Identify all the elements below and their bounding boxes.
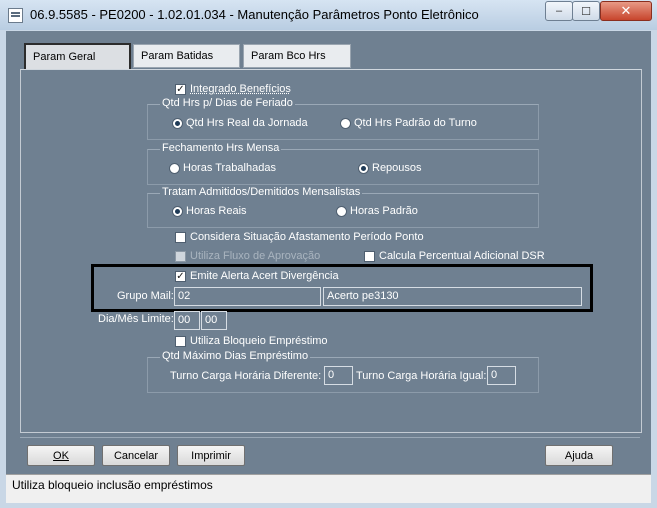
tab-param-geral[interactable]: Param Geral <box>24 43 131 69</box>
feriado-radio-real[interactable] <box>172 118 183 129</box>
tab-param-bco-hrs[interactable]: Param Bco Hrs <box>243 44 351 68</box>
app-icon <box>8 8 23 23</box>
close-icon: ✕ <box>620 3 632 18</box>
emite-checkbox[interactable]: ✓ <box>175 271 186 282</box>
grupo-mail-code-input[interactable]: 02 <box>174 287 321 306</box>
fechamento-option-trabalhadas: Horas Trabalhadas <box>183 162 276 174</box>
imprimir-button[interactable]: Imprimir <box>177 445 245 466</box>
emprestimo-group-title: Qtd Máximo Dias Empréstimo <box>160 350 311 362</box>
window-title: 06.9.5585 - PE0200 - 1.02.01.034 - Manut… <box>30 7 479 22</box>
fluxo-checkbox[interactable] <box>175 251 186 262</box>
feriado-group-title: Qtd Hrs p/ Dias de Feriado <box>160 97 295 109</box>
calcula-checkbox[interactable] <box>364 251 375 262</box>
grupo-mail-desc-input[interactable]: Acerto pe3130 <box>323 287 582 306</box>
dia-mes-label: Dia/Mês Limite: <box>98 313 174 325</box>
dia-input[interactable]: 00 <box>174 311 200 330</box>
admitidos-radio-padrao[interactable] <box>336 206 347 217</box>
tab-label: Param Bco Hrs <box>251 50 326 62</box>
minimize-icon: – <box>555 5 563 17</box>
admitidos-radio-reais[interactable] <box>172 206 183 217</box>
feriado-radio-padrao[interactable] <box>340 118 351 129</box>
status-text: Utiliza bloqueio inclusão empréstimos <box>12 478 213 492</box>
tab-param-batidas[interactable]: Param Batidas <box>133 44 240 68</box>
bloqueio-label: Utiliza Bloqueio Empréstimo <box>190 335 328 347</box>
ok-button[interactable]: OK <box>27 445 95 466</box>
maximize-icon: ☐ <box>581 5 591 18</box>
feriado-option-real: Qtd Hrs Real da Jornada <box>186 117 308 129</box>
admitidos-option-padrao: Horas Padrão <box>350 205 418 217</box>
cancelar-button-label: Cancelar <box>113 449 159 462</box>
mes-input[interactable]: 00 <box>201 311 227 330</box>
ok-button-label: OK <box>53 449 69 462</box>
maximize-button[interactable]: ☐ <box>572 1 600 21</box>
calcula-label: Calcula Percentual Adicional DSR <box>379 250 545 262</box>
integrado-label: Integrado Benefícios <box>190 83 291 95</box>
tab-label: Param Geral <box>33 51 96 63</box>
cancelar-button[interactable]: Cancelar <box>102 445 170 466</box>
grupo-mail-label: Grupo Mail: <box>117 290 174 302</box>
feriado-option-padrao: Qtd Hrs Padrão do Turno <box>354 117 477 129</box>
igual-input[interactable]: 0 <box>487 366 516 385</box>
considera-checkbox[interactable] <box>175 232 186 243</box>
minimize-button[interactable]: – <box>545 1 573 21</box>
igual-label: Turno Carga Horária Igual: <box>356 370 487 382</box>
diferente-label: Turno Carga Horária Diferente: <box>170 370 322 382</box>
considera-label: Considera Situação Afastamento Período P… <box>190 231 424 243</box>
integrado-checkbox[interactable]: ✓ <box>175 84 186 95</box>
ajuda-button[interactable]: Ajuda <box>545 445 613 466</box>
bloqueio-checkbox[interactable] <box>175 336 186 347</box>
fechamento-radio-repousos[interactable] <box>358 163 369 174</box>
fluxo-label: Utiliza Fluxo de Aprovação <box>190 250 321 262</box>
admitidos-group-title: Tratam Admitidos/Demitidos Mensalistas <box>160 186 363 198</box>
imprimir-button-label: Imprimir <box>191 449 231 462</box>
diferente-input[interactable]: 0 <box>324 366 353 385</box>
emite-label: Emite Alerta Acert Divergência <box>190 270 339 282</box>
tab-label: Param Batidas <box>141 50 214 62</box>
ajuda-button-label: Ajuda <box>564 449 594 462</box>
fechamento-radio-trabalhadas[interactable] <box>169 163 180 174</box>
admitidos-option-reais: Horas Reais <box>186 205 247 217</box>
fechamento-group-title: Fechamento Hrs Mensa <box>160 142 282 154</box>
close-button[interactable]: ✕ <box>600 1 652 21</box>
fechamento-option-repousos: Repousos <box>372 162 422 174</box>
